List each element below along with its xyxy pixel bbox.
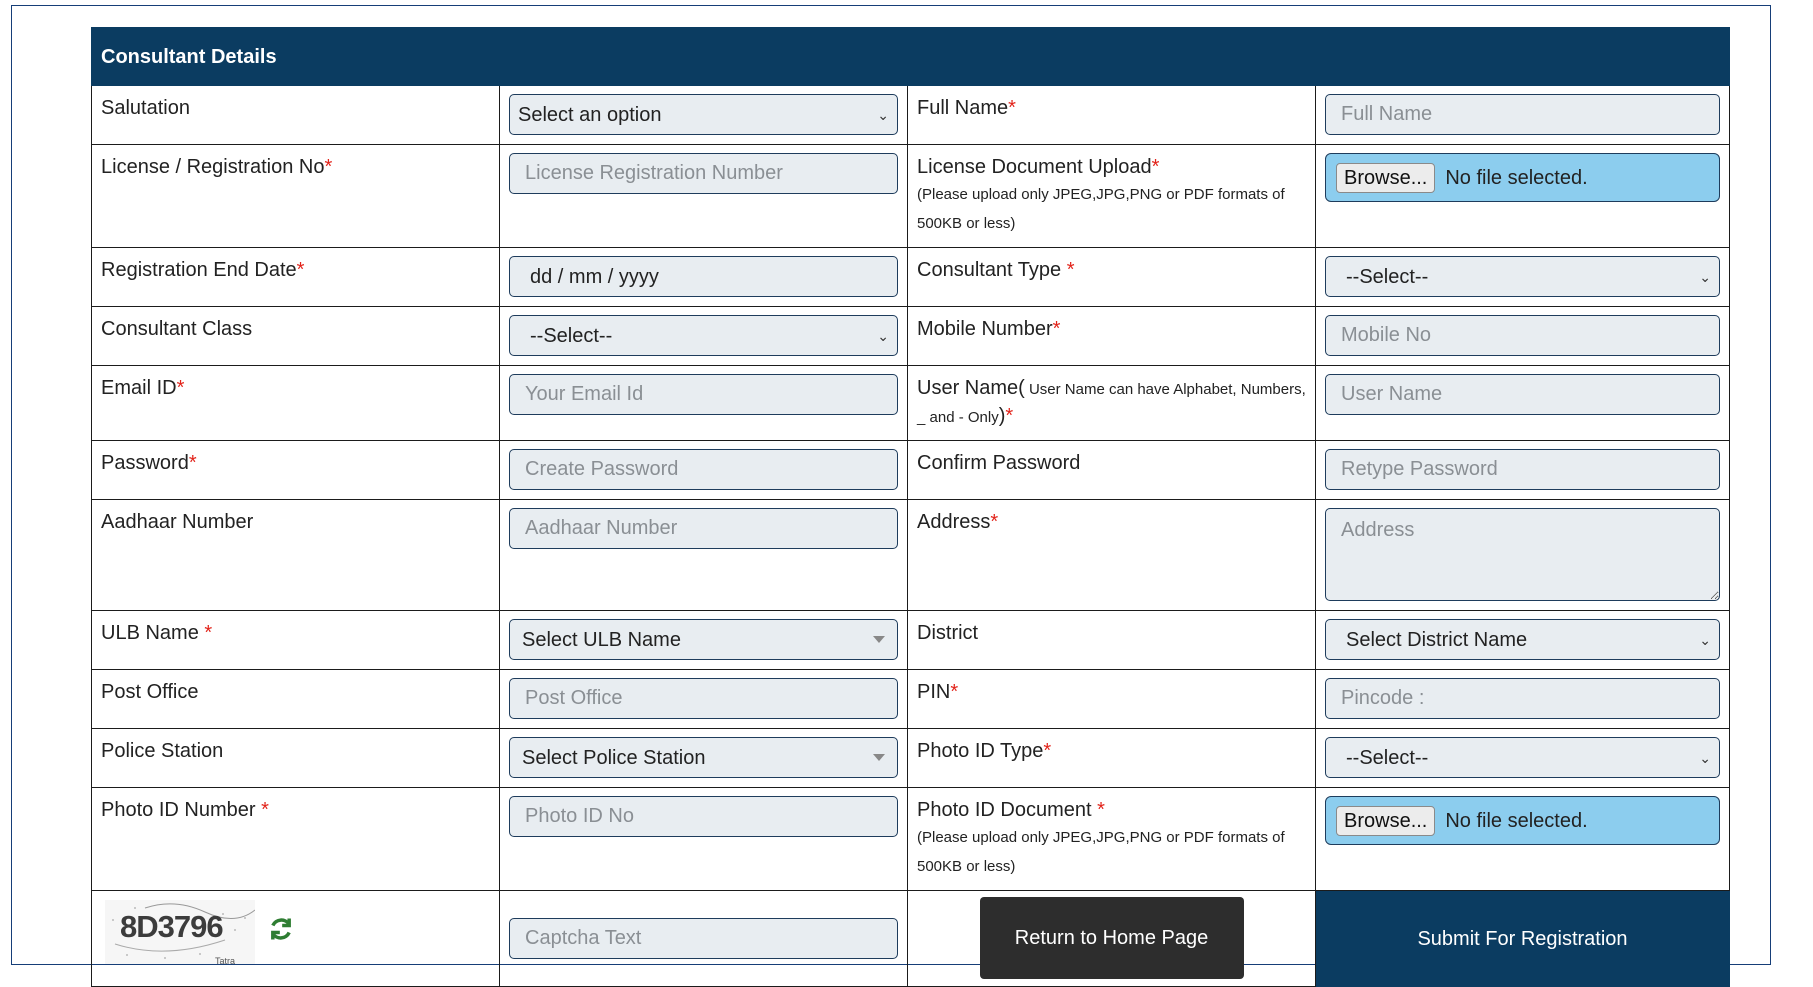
aadhaar-input[interactable]	[509, 508, 898, 549]
full-name-input[interactable]	[1325, 94, 1721, 135]
chevron-down-icon: ⌄	[1699, 749, 1712, 766]
full-name-label: Full Name*	[907, 85, 1316, 145]
photo-id-doc-browse-button[interactable]: Browse...	[1336, 805, 1436, 836]
chevron-down-icon: ⌄	[1699, 631, 1712, 648]
username-label: User Name( User Name can have Alphabet, …	[907, 365, 1316, 441]
password-input[interactable]	[509, 449, 898, 490]
post-office-input[interactable]	[509, 678, 898, 719]
license-doc-note: (Please upload only JPEG,JPG,PNG or PDF …	[917, 186, 1285, 232]
email-input[interactable]	[509, 374, 898, 415]
consultant-type-select[interactable]: --Select-- ⌄	[1325, 256, 1721, 297]
address-textarea[interactable]	[1325, 508, 1721, 601]
captcha-code: 8D3796	[120, 909, 224, 944]
chevron-down-icon: ⌄	[877, 106, 889, 123]
submit-registration-button[interactable]: Submit For Registration	[1314, 890, 1731, 987]
photo-id-doc-status: No file selected.	[1445, 809, 1588, 832]
section-title: Consultant Details	[90, 27, 1731, 86]
password-label: Password*	[91, 440, 500, 500]
license-number-input[interactable]	[509, 153, 898, 194]
district-select[interactable]: Select District Name ⌄	[1325, 619, 1721, 660]
aadhaar-label: Aadhaar Number	[91, 499, 500, 611]
pin-input[interactable]	[1325, 678, 1721, 719]
refresh-icon[interactable]	[267, 915, 295, 943]
confirm-password-input[interactable]	[1325, 449, 1721, 490]
ulb-label: ULB Name *	[91, 610, 500, 670]
license-doc-browse-button[interactable]: Browse...	[1336, 162, 1436, 193]
photo-id-number-label: Photo ID Number *	[91, 787, 500, 891]
consultant-class-select[interactable]: --Select-- ⌄	[509, 315, 898, 356]
police-station-select[interactable]: Select Police Station	[509, 737, 898, 778]
username-input[interactable]	[1325, 374, 1721, 415]
pin-label: PIN*	[907, 669, 1316, 729]
captcha-image: 8D3796 Tatra	[105, 900, 255, 964]
confirm-password-label: Confirm Password	[907, 440, 1316, 500]
chevron-down-icon: ⌄	[1699, 268, 1712, 285]
photo-id-doc-label: Photo ID Document * (Please upload only J…	[907, 787, 1316, 891]
photo-id-doc-note: (Please upload only JPEG,JPG,PNG or PDF …	[917, 829, 1285, 875]
ulb-select[interactable]: Select ULB Name	[509, 619, 898, 660]
license-doc-label: License Document Upload* (Please upload o…	[907, 144, 1316, 248]
reg-end-date-input[interactable]: dd / mm / yyyy	[509, 256, 898, 297]
salutation-label: Salutation	[91, 85, 500, 145]
consultant-class-label: Consultant Class	[91, 306, 500, 366]
consultant-type-label: Consultant Type *	[907, 247, 1316, 307]
reg-end-date-label: Registration End Date*	[91, 247, 500, 307]
post-office-label: Post Office	[91, 669, 500, 729]
chevron-down-icon: ⌄	[877, 327, 889, 344]
caret-down-icon	[873, 754, 885, 761]
police-station-label: Police Station	[91, 728, 500, 788]
captcha-input[interactable]	[509, 917, 898, 959]
address-label: Address*	[907, 499, 1316, 611]
return-home-button[interactable]: Return to Home Page	[979, 897, 1244, 979]
license-doc-status: No file selected.	[1445, 166, 1588, 189]
district-label: District	[907, 610, 1316, 670]
mobile-input[interactable]	[1325, 315, 1721, 356]
license-label: License / Registration No*	[91, 144, 500, 248]
mobile-label: Mobile Number*	[907, 306, 1316, 366]
email-label: Email ID*	[91, 365, 500, 441]
photo-id-doc-file-input[interactable]: Browse... No file selected.	[1325, 796, 1721, 845]
caret-down-icon	[873, 636, 885, 643]
license-doc-file-input[interactable]: Browse... No file selected.	[1325, 153, 1721, 202]
salutation-select[interactable]: Select an option ⌄	[509, 94, 898, 135]
photo-id-type-select[interactable]: --Select-- ⌄	[1325, 737, 1721, 778]
captcha-cell: 8D3796 Tatra	[91, 890, 500, 987]
captcha-brand: Tatra	[215, 956, 236, 964]
photo-id-type-label: Photo ID Type*	[907, 728, 1316, 788]
photo-id-number-input[interactable]	[509, 796, 898, 837]
consultant-form: Consultant Details Salutation Select an …	[90, 27, 1731, 987]
